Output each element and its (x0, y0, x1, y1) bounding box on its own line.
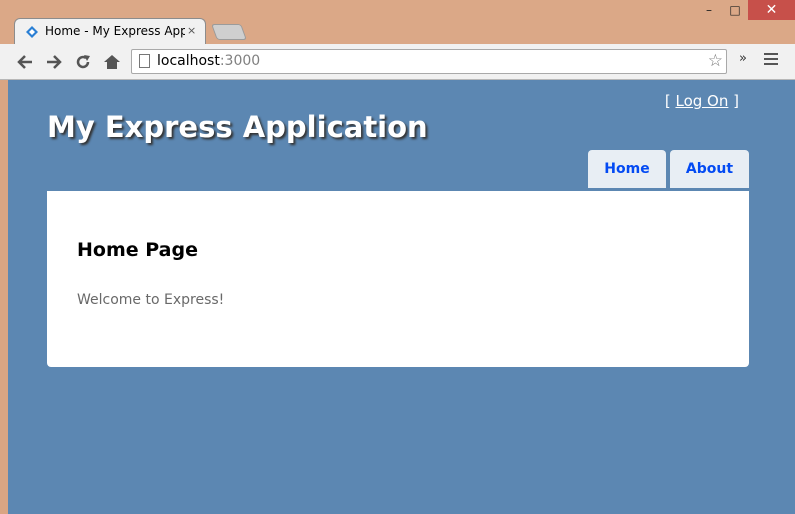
new-tab-button[interactable] (211, 24, 247, 40)
site-title: My Express Application (47, 110, 428, 144)
main-nav: Home About (588, 150, 749, 188)
favicon-icon (26, 26, 38, 38)
nav-tab-about[interactable]: About (670, 150, 749, 188)
window-titlebar: – □ ✕ Home - My Express Applic × (0, 0, 795, 44)
reload-icon[interactable] (72, 51, 94, 73)
logon-link[interactable]: Log On (675, 92, 728, 110)
browser-tab[interactable]: Home - My Express Applic × (14, 18, 206, 44)
close-window-button[interactable]: ✕ (748, 0, 795, 20)
back-arrow-icon[interactable] (14, 51, 36, 73)
menu-icon[interactable] (764, 53, 778, 68)
page-icon (139, 54, 150, 68)
tab-title: Home - My Express Applic (45, 24, 185, 38)
maximize-button[interactable]: □ (722, 0, 748, 20)
extensions-overflow-button[interactable]: » (739, 51, 747, 66)
url-text[interactable]: localhost:3000 (157, 53, 260, 69)
minimize-button[interactable]: – (696, 0, 722, 20)
forward-arrow-icon[interactable] (43, 51, 65, 73)
home-icon[interactable] (101, 51, 123, 73)
logon-area: [ Log On ] (664, 92, 739, 110)
star-icon[interactable]: ☆ (708, 51, 723, 71)
tab-close-icon[interactable]: × (187, 24, 196, 37)
page-heading: Home Page (77, 239, 198, 261)
main-content: Home Page Welcome to Express! (47, 191, 749, 367)
window-controls: – □ ✕ (696, 0, 795, 20)
address-bar[interactable]: localhost:3000 ☆ (131, 49, 727, 74)
welcome-text: Welcome to Express! (77, 292, 225, 308)
nav-tab-home[interactable]: Home (588, 150, 666, 188)
page-viewport: [ Log On ] My Express Application Home A… (8, 80, 795, 514)
browser-toolbar: localhost:3000 ☆ » (0, 44, 795, 80)
